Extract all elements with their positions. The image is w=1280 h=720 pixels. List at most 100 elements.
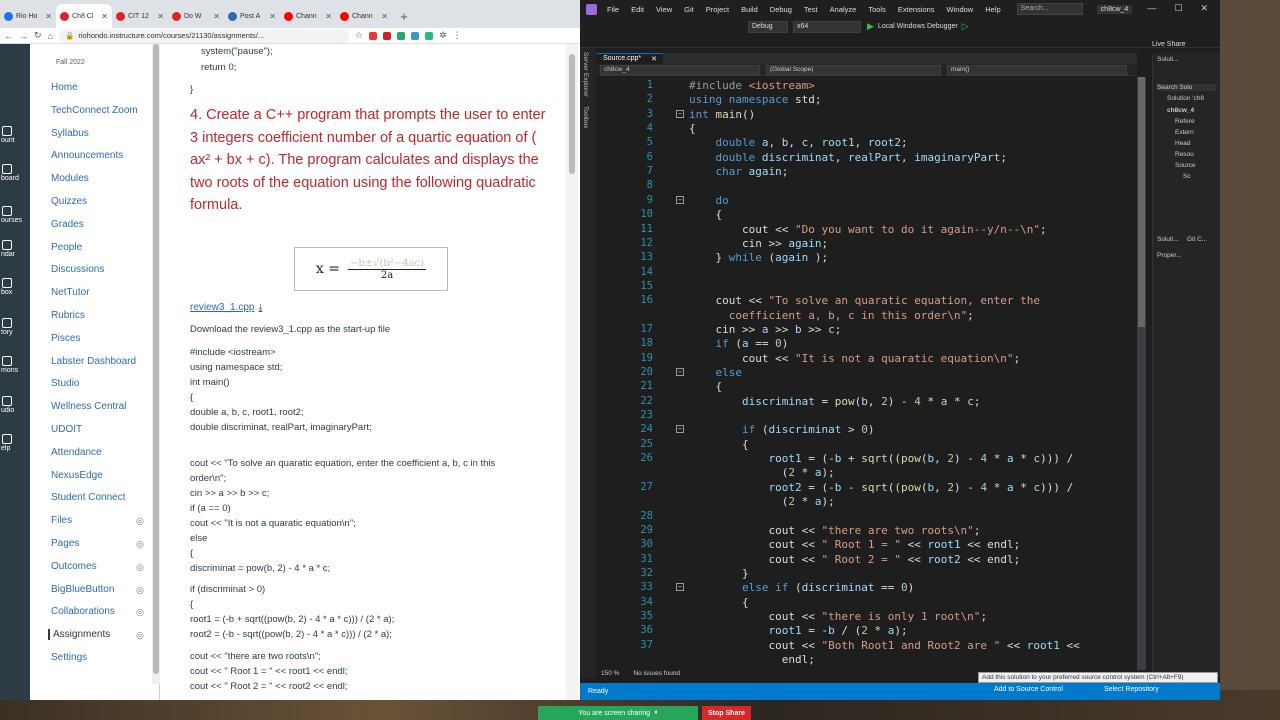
nav-scope-dropdown[interactable]: (Global Scope) — [766, 64, 941, 75]
close-tab-icon[interactable]: ✕ — [101, 12, 108, 21]
config-dropdown[interactable]: Debug — [748, 21, 788, 33]
stop-share-button[interactable]: Stop Share — [702, 706, 751, 720]
fold-toggle-icon[interactable]: − — [676, 368, 684, 376]
code-editor[interactable]: Source.cpp* ✕ ch8cw_4 (Global Scope) main… — [597, 53, 1146, 670]
course-nav-item[interactable]: Collaborations — [51, 606, 115, 617]
course-nav-item[interactable]: Files — [51, 515, 72, 526]
code-area[interactable]: 1 #include <iostream> 2 using namespace std… — [597, 77, 1137, 670]
extension-icon[interactable] — [383, 31, 392, 40]
toolbox-tab[interactable]: Toolbox — [582, 106, 589, 128]
tree-item[interactable]: Solution 'ch8 — [1167, 95, 1204, 102]
course-nav-item[interactable]: Labster Dashboard — [51, 356, 136, 367]
run-debugger-button[interactable]: ▶ Local Windows Debugger ▷ — [867, 21, 969, 32]
course-nav-item[interactable]: NetTutor — [51, 287, 90, 298]
issues-indicator[interactable]: No issues found — [633, 670, 680, 680]
puzzle-icon[interactable]: ✲ — [439, 30, 447, 41]
minimize-icon[interactable]: — — [1147, 3, 1156, 14]
course-nav-item[interactable]: Assignments — [48, 629, 110, 641]
vs-menu-item[interactable]: Window — [947, 5, 974, 14]
vs-menu-item[interactable]: View — [656, 5, 672, 14]
extension-icon[interactable] — [369, 31, 378, 40]
global-nav-item[interactable]: udio — [0, 396, 30, 414]
vs-menu-item[interactable]: Git — [684, 5, 694, 14]
course-nav-item[interactable]: TechConnect Zoom — [51, 105, 138, 116]
course-nav-item[interactable]: Student Connect — [51, 492, 126, 503]
extension-icon[interactable] — [425, 31, 434, 40]
new-tab-icon[interactable]: + — [392, 4, 416, 28]
content-scrollbar[interactable] — [566, 44, 578, 700]
vs-menu-item[interactable]: Tools — [868, 5, 886, 14]
fold-toggle-icon[interactable]: − — [676, 583, 684, 592]
fold-toggle-icon[interactable]: − — [676, 195, 684, 204]
live-share-button[interactable]: Live Share — [1152, 41, 1185, 48]
vs-menu-item[interactable]: Help — [985, 5, 1000, 14]
vs-menu-item[interactable]: Edit — [631, 5, 644, 14]
vs-search-input[interactable]: Search... — [1016, 3, 1083, 15]
course-nav-item[interactable]: UDOIT — [51, 424, 82, 435]
close-tab-icon[interactable]: ✕ — [269, 12, 276, 21]
bookmark-star-icon[interactable]: ☆ — [355, 30, 363, 41]
maximize-icon[interactable]: ☐ — [1174, 3, 1182, 14]
close-tab-icon[interactable]: ✕ — [45, 12, 52, 21]
doc-tab-source[interactable]: Source.cpp* ✕ — [597, 53, 664, 64]
tree-item[interactable]: Resou — [1175, 151, 1194, 158]
browser-tab[interactable]: Rio Ho ✕ — [0, 4, 56, 28]
extension-icon[interactable] — [411, 31, 420, 40]
close-tab-icon[interactable]: ✕ — [325, 12, 332, 21]
file-download-link[interactable]: review3_1.cpp ⤓ — [190, 302, 262, 313]
course-nav-item[interactable]: Attendance — [51, 447, 102, 458]
course-nav-item[interactable]: Modules — [51, 173, 89, 184]
reload-icon[interactable]: ↻ — [34, 30, 42, 41]
tree-item[interactable]: Source — [1175, 162, 1196, 169]
tree-item[interactable]: Head — [1175, 140, 1191, 147]
global-nav-item[interactable]: box — [0, 278, 30, 296]
address-bar[interactable]: 🔒 riohondo.instructure.com/courses/21130… — [58, 28, 349, 43]
play-outline-icon[interactable]: ▷ — [962, 21, 969, 32]
course-nav-item[interactable]: NexusEdge — [51, 470, 103, 481]
select-repository-button[interactable]: Select Repository — [1104, 686, 1159, 693]
vs-menu-item[interactable]: Extensions — [898, 5, 935, 14]
browser-tab[interactable]: CIT 12 ✕ — [112, 4, 168, 28]
browser-tab[interactable]: Chann ✕ — [280, 4, 336, 28]
course-nav-item[interactable]: Studio — [51, 378, 79, 389]
tree-item[interactable]: Refere — [1175, 118, 1195, 125]
global-nav-item[interactable]: board — [0, 164, 30, 182]
global-nav-item[interactable]: ndar — [0, 240, 30, 258]
solution-search[interactable]: Search Solu — [1157, 84, 1217, 91]
course-nav-item[interactable]: BigBlueButton — [51, 584, 114, 595]
course-nav-item[interactable]: Announcements — [51, 150, 123, 161]
course-nav-item[interactable]: Outcomes — [51, 561, 97, 572]
close-icon[interactable]: ✕ — [1200, 3, 1208, 14]
course-nav-item[interactable]: Pages — [51, 538, 79, 549]
vs-menu-item[interactable]: Test — [804, 5, 818, 14]
nav-member-dropdown[interactable]: main() — [947, 64, 1127, 75]
browser-tab[interactable]: Do W ✕ — [168, 4, 224, 28]
browser-tab[interactable]: Post A ✕ — [224, 4, 280, 28]
course-nav-item[interactable]: Wellness Central — [51, 401, 126, 412]
fold-toggle-icon[interactable]: − — [676, 109, 684, 118]
home-icon[interactable]: ⌂ — [48, 31, 53, 41]
pause-icon[interactable]: ⏸ — [654, 709, 658, 717]
vs-menu-item[interactable]: Analyze — [830, 5, 857, 14]
git-changes-tab[interactable]: Git C... — [1187, 236, 1207, 243]
fold-toggle-icon[interactable]: − — [676, 425, 684, 434]
course-nav-item[interactable]: Syllabus — [51, 128, 89, 139]
close-tab-icon[interactable]: ✕ — [381, 12, 388, 21]
platform-dropdown[interactable]: x64 — [793, 21, 861, 33]
course-nav-item[interactable]: Rubrics — [51, 310, 85, 321]
course-nav-item[interactable]: People — [51, 242, 82, 253]
course-nav-item[interactable]: Grades — [51, 219, 84, 230]
server-explorer-tab[interactable]: Server Explorer — [582, 52, 589, 97]
course-nav-item[interactable]: Pisces — [51, 333, 80, 344]
zoom-level[interactable]: 150 % — [601, 670, 619, 680]
vs-menu-item[interactable]: File — [607, 5, 619, 14]
vs-menu-item[interactable]: Project — [706, 5, 729, 14]
tree-item[interactable]: Sc — [1183, 173, 1191, 180]
extension-icon[interactable] — [397, 31, 406, 40]
course-nav-item[interactable]: Home — [51, 82, 78, 93]
browser-tab[interactable]: Ch8 Cl ✕ — [56, 4, 112, 28]
tree-item[interactable]: ch8cw_4 — [1167, 107, 1194, 114]
nav-project-dropdown[interactable]: ch8cw_4 — [600, 64, 760, 75]
global-nav-item[interactable]: mons — [0, 356, 30, 374]
add-to-source-control-button[interactable]: Add to Source Control — [994, 686, 1063, 693]
